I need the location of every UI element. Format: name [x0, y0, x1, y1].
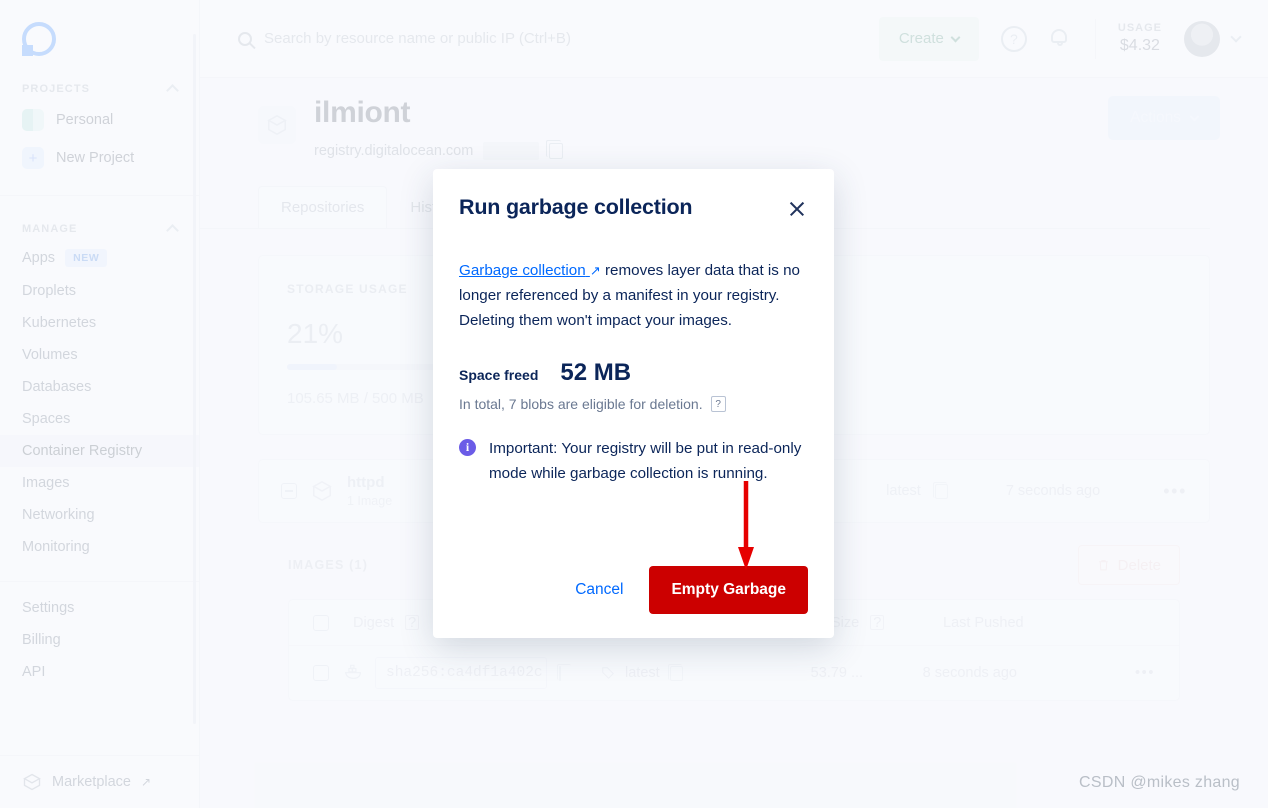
garbage-collection-dialog: Run garbage collection Garbage collectio… — [433, 169, 834, 638]
dialog-header: Run garbage collection — [459, 169, 808, 220]
cancel-button[interactable]: Cancel — [571, 573, 627, 607]
info-glyph: i — [465, 440, 470, 454]
link-label: Garbage collection — [459, 262, 586, 279]
app-root: PROJECTS Personal + New Project MANAGE A… — [0, 0, 1268, 808]
important-notice: i Important: Your registry will be put i… — [459, 436, 808, 486]
garbage-collection-link[interactable]: Garbage collection ↗ — [459, 262, 601, 279]
info-icon: i — [459, 439, 476, 456]
space-freed-label: Space freed — [459, 367, 539, 383]
space-freed-row: Space freed 52 MB — [459, 359, 808, 387]
dialog-title: Run garbage collection — [459, 195, 693, 219]
space-freed-value: 52 MB — [560, 359, 632, 386]
blobs-note-row: In total, 7 blobs are eligible for delet… — [459, 396, 808, 412]
annotation-arrow-icon — [738, 481, 754, 570]
watermark: CSDN @mikes zhang — [1079, 774, 1240, 791]
dialog-actions: Cancel Empty Garbage — [459, 566, 808, 614]
close-icon[interactable] — [786, 198, 808, 220]
help-icon[interactable]: ? — [710, 396, 726, 412]
help-glyph: ? — [715, 398, 721, 410]
empty-garbage-button[interactable]: Empty Garbage — [649, 566, 808, 614]
blobs-note: In total, 7 blobs are eligible for delet… — [459, 396, 703, 412]
external-link-icon: ↗ — [589, 263, 601, 278]
important-notice-text: Important: Your registry will be put in … — [489, 440, 802, 482]
dialog-description: Garbage collection ↗ removes layer data … — [459, 258, 808, 333]
